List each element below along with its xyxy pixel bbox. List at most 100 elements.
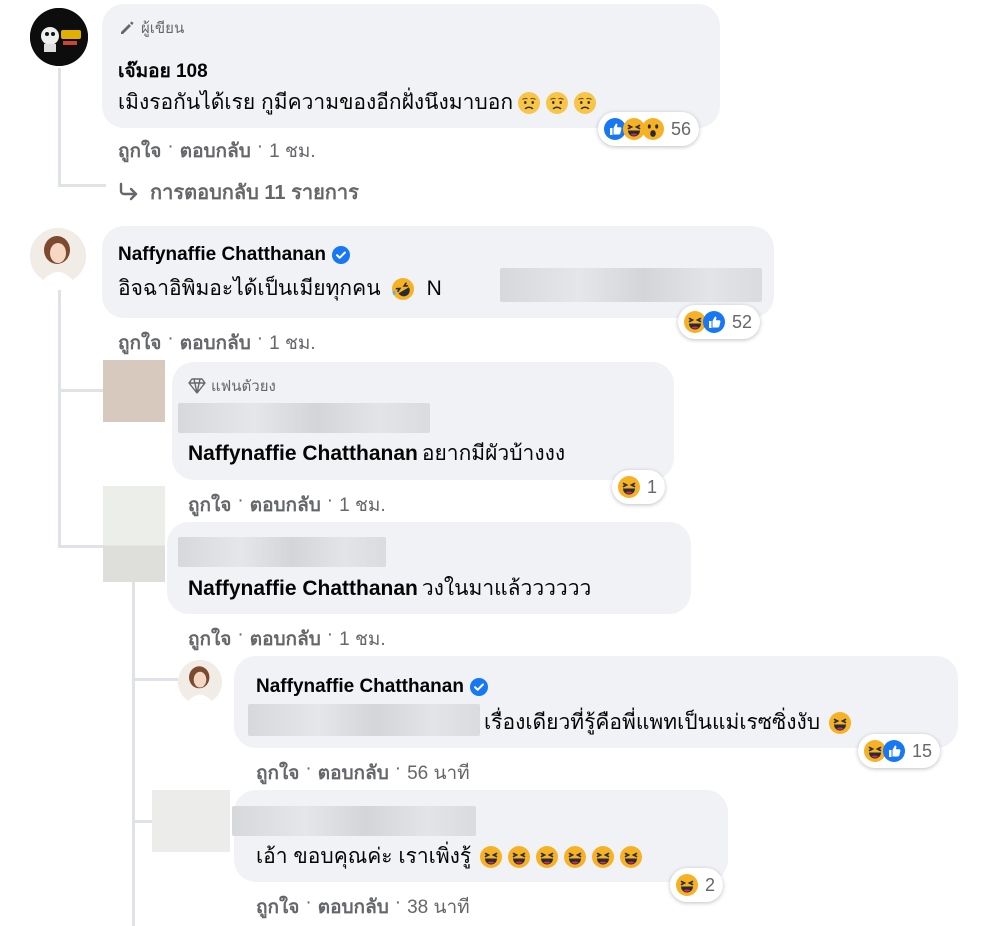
separator: · bbox=[167, 328, 174, 349]
reply-button[interactable]: ตอบกลับ bbox=[180, 328, 251, 358]
comment-actions: ถูกใจ · ตอบกลับ · 1 ชม. bbox=[118, 328, 316, 358]
commenter-avatar[interactable] bbox=[178, 660, 222, 704]
view-replies-link[interactable]: การตอบกลับ 11 รายการ bbox=[118, 176, 359, 208]
thread-line-3-branch-b bbox=[132, 820, 152, 823]
separator: · bbox=[237, 624, 244, 645]
comment-actions: ถูกใจ · ตอบกลับ · 1 ชม. bbox=[118, 136, 316, 166]
like-button[interactable]: ถูกใจ bbox=[188, 490, 231, 520]
like-button[interactable]: ถูกใจ bbox=[188, 624, 231, 654]
rofl-emoji-icon bbox=[391, 277, 415, 301]
author-name-text: Naffynaffie Chatthanan bbox=[118, 244, 326, 265]
haha-emoji-icon bbox=[479, 845, 503, 869]
reply-arrow-icon bbox=[119, 182, 138, 201]
reply-button[interactable]: ตอบกลับ bbox=[250, 624, 321, 654]
reply-actions: ถูกใจ · ตอบกลับ · 38 นาที bbox=[256, 892, 470, 922]
separator: · bbox=[394, 758, 402, 779]
verified-badge-icon bbox=[332, 246, 350, 264]
author-logo-icon bbox=[30, 8, 88, 66]
comment-text-tag: N bbox=[426, 276, 442, 300]
timestamp[interactable]: 38 นาที bbox=[407, 892, 470, 922]
verified-badge-icon bbox=[470, 678, 488, 696]
reply-avatar-redacted[interactable] bbox=[103, 486, 165, 582]
reply-button[interactable]: ตอบกลับ bbox=[250, 490, 321, 520]
reply-button[interactable]: ตอบกลับ bbox=[318, 758, 389, 788]
haha-emoji-icon bbox=[563, 845, 587, 869]
view-replies-label: การตอบกลับ 11 รายการ bbox=[150, 182, 359, 204]
reaction-summary[interactable]: 56 bbox=[598, 112, 700, 146]
redacted-name-blur bbox=[178, 403, 430, 433]
sad-emoji-icon bbox=[517, 91, 541, 115]
reply-text: Naffynaffie Chatthanan วงในมาแล้วววววว bbox=[188, 572, 591, 605]
sad-emoji-icon bbox=[573, 91, 597, 115]
haha-emoji-icon bbox=[591, 845, 615, 869]
redacted-name-blur bbox=[232, 806, 476, 836]
separator: · bbox=[305, 892, 312, 913]
commenter-avatar[interactable] bbox=[30, 228, 86, 284]
reply-actions: ถูกใจ · ตอบกลับ · 1 ชม. bbox=[188, 624, 386, 654]
reply-actions: ถูกใจ · ตอบกลับ · 56 นาที bbox=[256, 758, 470, 788]
timestamp[interactable]: 56 นาที bbox=[407, 758, 470, 788]
pencil-icon bbox=[121, 21, 134, 34]
like-button[interactable]: ถูกใจ bbox=[118, 328, 161, 358]
haha-reaction-icon bbox=[617, 475, 641, 499]
thread-line-1-curve bbox=[58, 184, 106, 187]
comment-text-content: อิจฉาอิพิมอะได้เป็นเมียทุกคน bbox=[118, 277, 381, 300]
reply-button[interactable]: ตอบกลับ bbox=[318, 892, 389, 922]
fan-badge: แฟนตัวยง bbox=[188, 374, 276, 398]
reaction-summary[interactable]: 52 bbox=[678, 305, 761, 339]
author-badge: ผู้เขียน bbox=[118, 16, 184, 40]
haha-emoji-icon bbox=[828, 711, 852, 735]
profile-photo-icon bbox=[178, 660, 222, 704]
author-avatar[interactable] bbox=[30, 8, 88, 66]
separator: · bbox=[326, 490, 334, 511]
separator: · bbox=[394, 892, 402, 913]
reply-actions: ถูกใจ · ตอบกลับ · 1 ชม. bbox=[188, 490, 386, 520]
separator: · bbox=[256, 328, 264, 349]
reply-tag[interactable]: Naffynaffie Chatthanan bbox=[188, 442, 418, 466]
reply-tag[interactable]: Naffynaffie Chatthanan bbox=[188, 577, 418, 601]
comment-text-content: เมิงรอกันได้เรย กูมีความของอีกฝั่งนึงมาบ… bbox=[118, 91, 514, 114]
redacted-name-blur bbox=[178, 537, 386, 567]
reply-avatar-redacted[interactable] bbox=[152, 790, 230, 852]
timestamp[interactable]: 1 ชม. bbox=[339, 490, 386, 520]
timestamp[interactable]: 1 ชม. bbox=[269, 328, 316, 358]
like-button[interactable]: ถูกใจ bbox=[118, 136, 161, 166]
thread-line-2 bbox=[58, 290, 61, 546]
author-name-text: เจ๊มอย 108 bbox=[118, 61, 208, 82]
reaction-summary[interactable]: 2 bbox=[670, 868, 724, 902]
haha-emoji-icon bbox=[619, 845, 643, 869]
thread-line-3-branch-a bbox=[132, 678, 178, 681]
timestamp[interactable]: 1 ชม. bbox=[339, 624, 386, 654]
comment-author-name[interactable]: เจ๊มอย 108 bbox=[118, 56, 208, 86]
reply-text: เอ้า ขอบคุณค่ะ เราเพิ่งรู้ bbox=[256, 840, 643, 873]
haha-reaction-icon bbox=[675, 873, 699, 897]
sad-emoji-icon bbox=[545, 91, 569, 115]
reaction-count: 52 bbox=[732, 311, 753, 332]
thread-line-1 bbox=[58, 68, 61, 186]
reply-avatar-redacted[interactable] bbox=[103, 360, 165, 422]
comment-author-name[interactable]: Naffynaffie Chatthanan bbox=[118, 244, 350, 266]
reaction-summary[interactable]: 1 bbox=[612, 470, 666, 504]
separator: · bbox=[237, 490, 244, 511]
reply-author-name[interactable]: Naffynaffie Chatthanan bbox=[256, 676, 488, 698]
reply-text-content: อยากมีผัวบ้างงง bbox=[421, 442, 566, 465]
like-button[interactable]: ถูกใจ bbox=[256, 758, 299, 788]
comment-text: เมิงรอกันได้เรย กูมีความของอีกฝั่งนึงมาบ… bbox=[118, 86, 597, 119]
author-badge-label: ผู้เขียน bbox=[141, 20, 185, 37]
reaction-count: 15 bbox=[912, 740, 933, 761]
comment-text: อิจฉาอิพิมอะได้เป็นเมียทุกคน N bbox=[118, 272, 442, 305]
separator: · bbox=[326, 624, 334, 645]
like-button[interactable]: ถูกใจ bbox=[256, 892, 299, 922]
redacted-tag-blur bbox=[248, 704, 480, 736]
reply-text: เรื่องเดียวที่รู้คือพี่แพทเป็นแม่เรซซิ่ง… bbox=[484, 706, 852, 739]
reaction-count: 56 bbox=[671, 118, 692, 139]
like-reaction-icon bbox=[702, 310, 726, 334]
haha-emoji-icon bbox=[535, 845, 559, 869]
wow-reaction-icon bbox=[641, 117, 665, 141]
reply-text-content: เรื่องเดียวที่รู้คือพี่แพทเป็นแม่เรซซิ่ง… bbox=[484, 711, 821, 734]
separator: · bbox=[167, 136, 174, 157]
timestamp[interactable]: 1 ชม. bbox=[269, 136, 316, 166]
reaction-summary[interactable]: 15 bbox=[858, 734, 941, 768]
thread-line-2-branch-b bbox=[58, 545, 103, 548]
reply-button[interactable]: ตอบกลับ bbox=[180, 136, 251, 166]
